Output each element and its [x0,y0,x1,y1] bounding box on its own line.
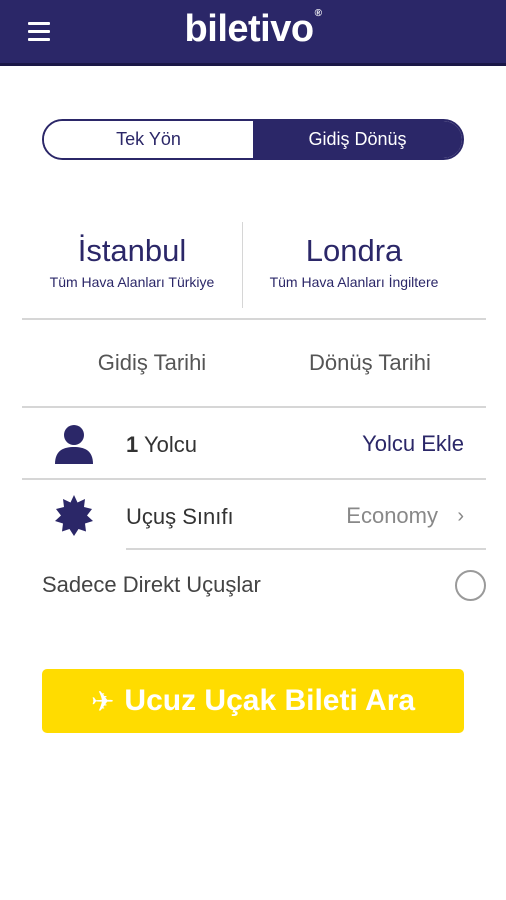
cabin-divider [126,548,486,550]
passenger-row: 1 Yolcu Yolcu Ekle [22,408,486,480]
origin-selector[interactable]: İstanbul Tüm Hava Alanları Türkiye [22,232,242,290]
search-button-label: Ucuz Uçak Bileti Ara [124,684,416,717]
passenger-count-label: 1 Yolcu [126,432,197,458]
passenger-count: 1 [126,432,139,457]
chevron-right-icon: › [457,505,464,527]
brand-mark: ® [314,8,322,19]
return-date-field[interactable]: Dönüş Tarihi [254,350,486,376]
destination-selector[interactable]: Londra Tüm Hava Alanları İngiltere [244,232,464,290]
trip-type-toggle: Tek Yön Gidiş Dönüş [42,119,464,160]
direct-flights-label: Sadece Direkt Uçuşlar [42,572,261,597]
badge-icon [55,495,93,536]
brand-logo: biletivo® [0,8,506,51]
app-header: biletivo® [0,0,506,66]
airplane-icon: ✈ [90,685,115,717]
destination-city: Londra [305,233,403,268]
origin-airports: Tüm Hava Alanları Türkiye [49,274,215,290]
direct-flights-toggle[interactable] [455,570,486,601]
cabin-class-value: Economy [346,503,438,528]
search-flights-button[interactable]: ✈ Ucuz Uçak Bileti Ara [42,669,464,733]
person-icon [55,425,93,464]
cabin-class-label: Uçuş Sınıfı [126,504,234,529]
route-divider [242,222,243,308]
date-selector: Gidiş Tarihi Dönüş Tarihi [22,320,486,408]
destination-airports: Tüm Hava Alanları İngiltere [269,274,439,290]
origin-city: İstanbul [77,233,187,268]
cabin-class-row[interactable]: Uçuş Sınıfı Economy › [22,480,486,550]
departure-date-field[interactable]: Gidiş Tarihi [36,350,268,376]
route-selector: İstanbul Tüm Hava Alanları Türkiye Londr… [22,222,486,320]
add-passenger-button[interactable]: Yolcu Ekle [362,431,464,457]
passenger-label: Yolcu [143,432,197,457]
tab-round-trip[interactable]: Gidiş Dönüş [253,121,462,158]
brand-name: biletivo [184,8,315,50]
tab-one-way[interactable]: Tek Yön [44,121,253,158]
